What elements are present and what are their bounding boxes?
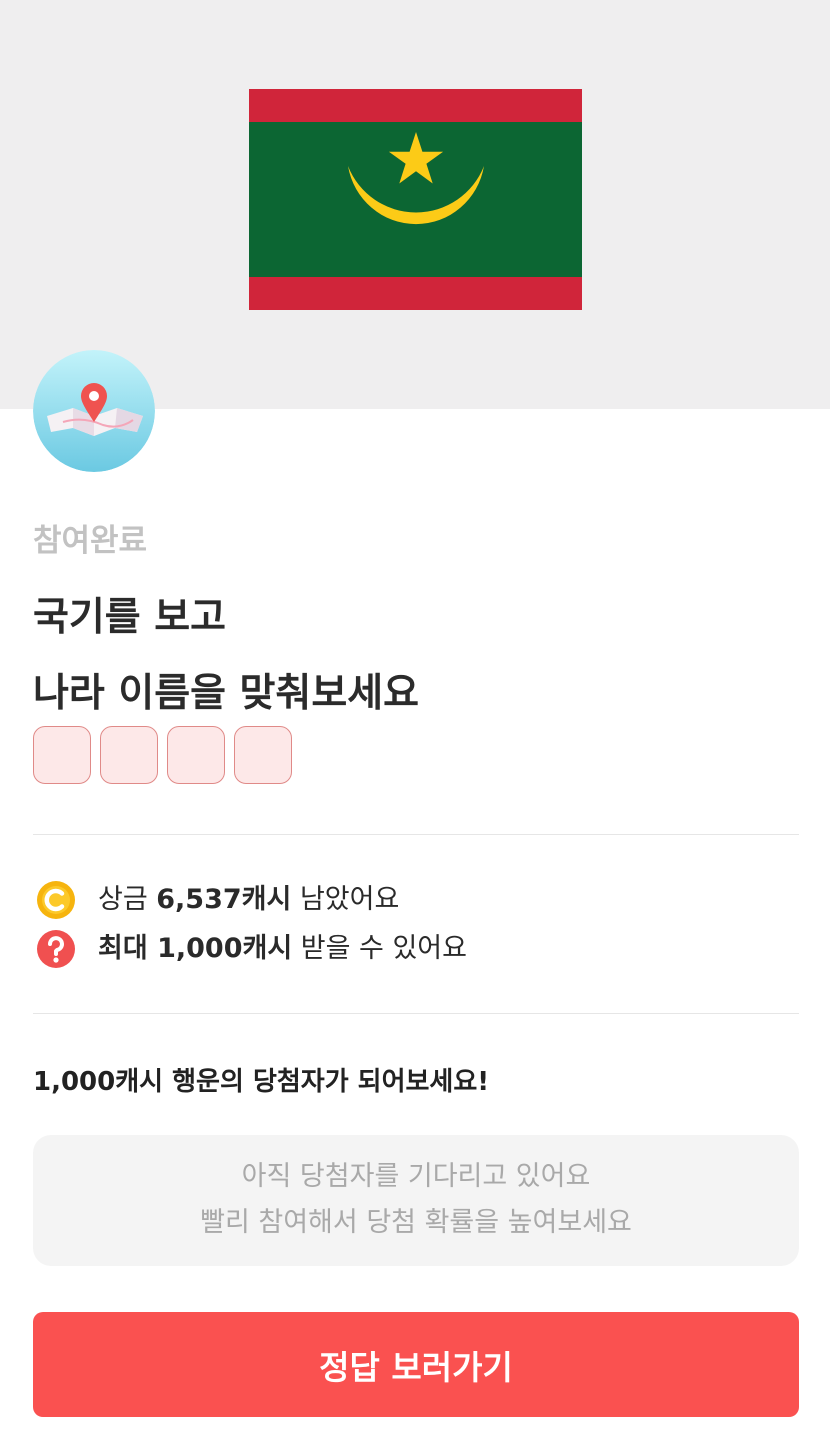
max-suffix: 받을 수 있어요 [292,933,467,964]
answer-letter-box[interactable] [33,726,91,784]
prize-suffix: 남았어요 [291,884,400,915]
prize-prefix: 상금 [98,884,157,915]
participation-status: 참여완료 [33,523,148,559]
quiz-title-line1: 국기를 보고 [33,595,226,640]
question-icon [37,930,75,968]
prize-remaining-row: 상금 6,537캐시 남았어요 [36,880,399,920]
winner-status-box: 아직 당첨자를 기다리고 있어요 빨리 참여해서 당첨 확률을 높여보세요 [33,1135,799,1266]
answer-boxes [33,726,292,784]
max-amount: 최대 1,000캐시 [98,933,293,964]
quiz-title-line2: 나라 이름을 맞춰보세요 [33,671,419,716]
answer-letter-box[interactable] [167,726,225,784]
quiz-title: 국기를 보고 나라 이름을 맞춰보세요 [33,580,419,732]
prize-amount: 6,537캐시 [156,884,292,915]
divider [33,1013,799,1014]
answer-letter-box[interactable] [234,726,292,784]
divider [33,834,799,835]
max-reward-row: 최대 1,000캐시 받을 수 있어요 [36,929,467,969]
winner-message-line1: 아직 당첨자를 기다리고 있어요 [241,1161,591,1192]
coin-icon [37,881,75,919]
winner-message-line2: 빨리 참여해서 당첨 확률을 높여보세요 [200,1207,632,1238]
hero-banner [0,0,830,409]
lucky-winner-heading: 1,000캐시 행운의 당첨자가 되어보세요! [33,1067,490,1097]
mauritania-flag-icon [249,89,582,310]
view-answer-button[interactable]: 정답 보러가기 [33,1312,799,1417]
map-pin-icon [33,350,155,472]
answer-letter-box[interactable] [100,726,158,784]
